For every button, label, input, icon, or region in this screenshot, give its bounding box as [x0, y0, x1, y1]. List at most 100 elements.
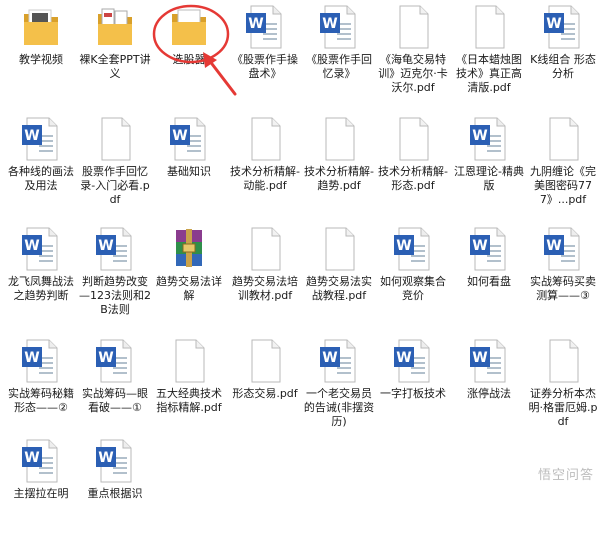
pdf-file-icon [543, 338, 583, 384]
file-item[interactable]: W 《股票作手回忆录》 [302, 2, 376, 112]
file-label: 裸K全套PPT讲义 [79, 53, 151, 80]
file-label: 趋势交易法实战教程.pdf [306, 275, 372, 302]
file-label: 龙飞凤舞战法之趋势判断 [8, 275, 74, 302]
file-item[interactable]: W 重点根据识 [78, 436, 152, 546]
svg-text:W: W [98, 350, 113, 366]
file-item[interactable]: W 判断趋势改变—123法则和2B法则 [78, 224, 152, 334]
file-label: 涨停战法 [467, 387, 511, 400]
file-item[interactable]: W 实战筹码—眼看破——① [78, 336, 152, 446]
file-label: 实战筹码买卖测算——③ [530, 275, 596, 302]
file-item[interactable]: W 一字打板技术 [376, 336, 450, 446]
pdf-file-icon [393, 116, 433, 162]
pdf-file-icon [393, 4, 433, 50]
svg-text:W: W [472, 128, 487, 144]
file-item[interactable]: W 如何看盘 [452, 224, 526, 334]
pdf-file-icon [319, 116, 359, 162]
pdf-file-icon [95, 116, 135, 162]
pdf-file-icon [469, 4, 509, 50]
pdf-file-icon [245, 226, 285, 272]
file-item[interactable]: 趋势交易法详解 [152, 224, 226, 334]
word-document-icon: W [169, 116, 209, 162]
file-item[interactable]: 教学视频 [4, 2, 78, 112]
folder-icon [21, 4, 61, 50]
file-item[interactable]: W K线组合 形态分析 [526, 2, 598, 112]
file-label: 技术分析精解-形态.pdf [378, 165, 448, 192]
svg-text:W: W [472, 238, 487, 254]
file-item[interactable]: W 各种线的画法及用法 [4, 114, 78, 224]
word-document-icon: W [95, 438, 135, 484]
rar-archive-icon [169, 226, 209, 272]
word-document-icon: W [245, 4, 285, 50]
file-label: 如何观察集合竞价 [380, 275, 446, 302]
file-item[interactable]: 形态交易.pdf [228, 336, 302, 446]
file-item[interactable]: W 一个老交易员的告诫(非摆资历) [302, 336, 376, 446]
file-label: 《海龟交易特训》迈克尔·卡沃尔.pdf [378, 53, 448, 94]
folder-icon [95, 4, 135, 50]
file-label: 形态交易.pdf [232, 387, 298, 400]
word-document-icon: W [543, 4, 583, 50]
svg-text:W: W [396, 238, 411, 254]
file-label: 江恩理论-精典版 [454, 165, 524, 192]
svg-text:W: W [472, 350, 487, 366]
file-label: 一字打板技术 [380, 387, 446, 400]
file-label: 《股票作手回忆录》 [306, 53, 372, 80]
file-item[interactable]: W 主摆拉在明 [4, 436, 78, 546]
svg-text:W: W [322, 16, 337, 32]
word-document-icon: W [319, 338, 359, 384]
file-label: 五大经典技术指标精解.pdf [156, 387, 222, 414]
svg-text:W: W [24, 450, 39, 466]
file-label: 技术分析精解-趋势.pdf [304, 165, 374, 192]
file-item[interactable]: W 《股票作手操盘术》 [228, 2, 302, 112]
file-item[interactable]: 股票作手回忆录-入门必看.pdf [78, 114, 152, 224]
file-item[interactable]: 技术分析精解-趋势.pdf [302, 114, 376, 224]
word-document-icon: W [393, 338, 433, 384]
file-item[interactable]: 五大经典技术指标精解.pdf [152, 336, 226, 446]
file-item[interactable]: 技术分析精解-动能.pdf [228, 114, 302, 224]
file-label: 教学视频 [19, 53, 63, 66]
file-label: 基础知识 [167, 165, 211, 178]
file-item[interactable]: W 涨停战法 [452, 336, 526, 446]
svg-text:W: W [24, 128, 39, 144]
file-item[interactable]: 证券分析本杰明·格雷厄姆.pdf [526, 336, 598, 446]
svg-text:W: W [172, 128, 187, 144]
file-label: 趋势交易法培训教材.pdf [232, 275, 298, 302]
folder-icon [169, 4, 209, 50]
file-item[interactable]: W 实战筹码秘籍形态——② [4, 336, 78, 446]
word-document-icon: W [319, 4, 359, 50]
word-document-icon: W [95, 338, 135, 384]
file-item[interactable]: 《日本蜡烛图技术》真正高清版.pdf [452, 2, 526, 112]
file-item[interactable]: 九阴缠论《完美图密码777》...pdf [526, 114, 598, 224]
file-item[interactable]: W 江恩理论-精典版 [452, 114, 526, 224]
word-document-icon: W [469, 226, 509, 272]
pdf-file-icon [245, 338, 285, 384]
word-document-icon: W [95, 226, 135, 272]
file-item[interactable]: W 龙飞凤舞战法之趋势判断 [4, 224, 78, 334]
file-item[interactable]: 趋势交易法实战教程.pdf [302, 224, 376, 334]
file-item[interactable]: 裸K全套PPT讲义 [78, 2, 152, 112]
pdf-file-icon [319, 226, 359, 272]
file-item[interactable]: W 如何观察集合竞价 [376, 224, 450, 334]
file-item[interactable]: 《海龟交易特训》迈克尔·卡沃尔.pdf [376, 2, 450, 112]
file-item[interactable]: W 实战筹码买卖测算——③ [526, 224, 598, 334]
svg-text:W: W [98, 450, 113, 466]
file-label: 如何看盘 [467, 275, 511, 288]
word-document-icon: W [21, 438, 61, 484]
file-item[interactable]: 技术分析精解-形态.pdf [376, 114, 450, 224]
file-label: 判断趋势改变—123法则和2B法则 [79, 275, 151, 316]
file-item[interactable]: 选股器 [152, 2, 226, 112]
word-document-icon: W [469, 116, 509, 162]
file-item[interactable]: 趋势交易法培训教材.pdf [228, 224, 302, 334]
svg-text:W: W [546, 16, 561, 32]
file-label: K线组合 形态分析 [530, 53, 596, 80]
file-label: 股票作手回忆录-入门必看.pdf [80, 165, 150, 206]
word-document-icon: W [21, 338, 61, 384]
word-document-icon: W [393, 226, 433, 272]
pdf-file-icon [169, 338, 209, 384]
file-item[interactable]: W 基础知识 [152, 114, 226, 224]
word-document-icon: W [543, 226, 583, 272]
svg-text:W: W [248, 16, 263, 32]
file-grid: 教学视频 裸K全套PPT讲义 选股器 W 《股票作手操盘术》 W 《股票作手回忆… [0, 0, 598, 500]
svg-text:W: W [24, 350, 39, 366]
svg-text:W: W [24, 238, 39, 254]
word-document-icon: W [469, 338, 509, 384]
